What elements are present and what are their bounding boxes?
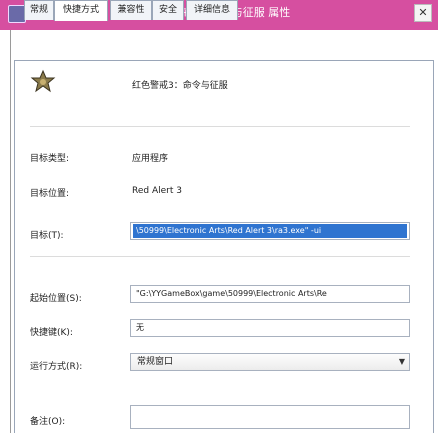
target-label: 目标(T): bbox=[30, 231, 64, 241]
divider bbox=[30, 126, 410, 127]
comment-field[interactable] bbox=[130, 405, 410, 429]
tab-compatibility[interactable]: 兼容性 bbox=[110, 0, 152, 20]
hotkey-field[interactable]: 无 bbox=[130, 319, 410, 337]
tab-shortcut[interactable]: 快捷方式 bbox=[54, 0, 108, 21]
target-type-label: 目标类型: bbox=[30, 154, 70, 164]
target-type-value: 应用程序 bbox=[132, 154, 169, 164]
divider bbox=[30, 256, 410, 257]
tab-details[interactable]: 详细信息 bbox=[186, 0, 238, 20]
tab-label: 安全 bbox=[158, 5, 177, 15]
shortcut-name[interactable]: 红色警戒3：命令与征服 bbox=[132, 78, 228, 91]
hotkey-label: 快捷键(K): bbox=[30, 328, 73, 338]
run-label: 运行方式(R): bbox=[30, 362, 83, 372]
target-location-label: 目标位置: bbox=[30, 189, 70, 199]
run-value: 常规窗口 bbox=[137, 357, 174, 367]
tab-security[interactable]: 安全 bbox=[152, 0, 184, 20]
tab-label: 兼容性 bbox=[117, 5, 145, 15]
close-button[interactable]: ✕ bbox=[414, 4, 432, 22]
target-location-value: Red Alert 3 bbox=[132, 186, 182, 196]
target-value: \50999\Electronic Arts\Red Alert 3\ra3.e… bbox=[133, 224, 407, 238]
start-in-label: 起始位置(S): bbox=[30, 294, 82, 304]
program-icon bbox=[30, 69, 56, 93]
target-field[interactable]: \50999\Electronic Arts\Red Alert 3\ra3.e… bbox=[130, 222, 410, 240]
tab-general[interactable]: 常规 bbox=[24, 0, 54, 20]
tab-label: 常规 bbox=[29, 5, 48, 15]
start-in-field[interactable]: "G:\YYGameBox\game\50999\Electronic Arts… bbox=[130, 285, 410, 303]
run-select[interactable]: 常规窗口 ▼ bbox=[130, 353, 410, 371]
chevron-down-icon: ▼ bbox=[398, 357, 405, 366]
properties-panel bbox=[14, 60, 434, 433]
comment-label: 备注(O): bbox=[30, 417, 66, 427]
tab-label: 详细信息 bbox=[193, 5, 230, 15]
tab-label: 快捷方式 bbox=[62, 5, 99, 15]
